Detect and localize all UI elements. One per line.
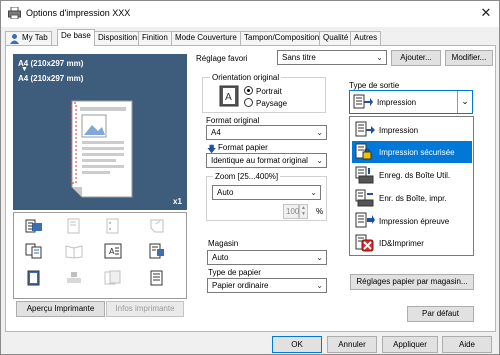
cover-mode-icon bbox=[27, 270, 40, 286]
save-to-box-icon bbox=[355, 166, 374, 184]
window-title: Options d'impression XXX bbox=[26, 8, 131, 18]
cancel-button[interactable]: Annuler bbox=[327, 336, 377, 353]
landscape-label: Paysage bbox=[256, 99, 288, 108]
landscape-radio[interactable] bbox=[244, 98, 253, 107]
print-icon bbox=[355, 121, 375, 137]
chevron-down-icon: ⌄ bbox=[457, 91, 472, 113]
zoom-select[interactable]: Auto ⌄ bbox=[212, 185, 321, 200]
favorite-label: Réglage favori bbox=[196, 54, 248, 63]
printer-info-button[interactable]: Infos imprimante bbox=[106, 301, 184, 317]
page-preview: A4 (210x297 mm) ▼ A4 (210x297 mm) x1 bbox=[13, 54, 187, 210]
tab-my-tab[interactable]: My Tab bbox=[5, 31, 52, 45]
paper-format-label: Format papier bbox=[218, 143, 268, 152]
tab-tampon-composition[interactable]: Tampon/Composition bbox=[240, 31, 324, 45]
title-bar: Options d'impression XXX ✕ bbox=[1, 1, 499, 27]
tab-mode-couverture[interactable]: Mode Couverture bbox=[171, 31, 241, 45]
chevron-down-icon: ⌄ bbox=[316, 128, 323, 137]
apply-button[interactable]: Appliquer bbox=[382, 336, 438, 353]
chevron-down-icon: ⌄ bbox=[316, 156, 323, 165]
secure-print-icon bbox=[355, 143, 372, 160]
chevron-down-icon: ⌄ bbox=[316, 281, 323, 290]
orientation-label: Orientation original bbox=[210, 73, 282, 82]
close-icon[interactable]: ✕ bbox=[477, 4, 495, 22]
output-option-id-imprimer[interactable]: ID&Imprimer bbox=[352, 232, 472, 254]
duplex-icon bbox=[25, 243, 42, 259]
zoom-unit: % bbox=[316, 207, 324, 216]
print-options-dialog: Options d'impression XXX ✕ My Tab De bas… bbox=[0, 0, 500, 355]
paper-type-label: Type de papier bbox=[208, 268, 261, 277]
stamp-icon bbox=[67, 272, 81, 283]
tab-bar: My Tab De base Disposition Finition Mode… bbox=[1, 29, 499, 46]
magasin-label: Magasin bbox=[208, 239, 239, 248]
printer-function-icons: A bbox=[13, 212, 187, 299]
preview-copies: x1 bbox=[173, 197, 182, 206]
output-type-select[interactable]: Impression ⌄ bbox=[349, 90, 473, 114]
original-format-label: Format original bbox=[206, 116, 260, 125]
chevron-down-icon: ⌄ bbox=[316, 253, 323, 262]
paper-type-select[interactable]: Papier ordinaire ⌄ bbox=[207, 278, 327, 293]
printer-view-button[interactable]: Aperçu Imprimante bbox=[16, 301, 105, 317]
combine-pages-icon: A bbox=[104, 243, 122, 259]
output-option-enr-boite-impr[interactable]: Enr. ds Boîte, impr. bbox=[352, 187, 472, 209]
zoom-label: Zoom [25...400%] bbox=[213, 172, 281, 181]
svg-text:A: A bbox=[225, 92, 232, 103]
ok-button[interactable]: OK bbox=[272, 336, 322, 353]
arrow-down-icon: ▼ bbox=[21, 66, 28, 73]
paper-settings-by-tray-button[interactable]: Réglages papier par magasin... bbox=[350, 274, 474, 290]
default-button[interactable]: Par défaut bbox=[407, 306, 474, 322]
svg-text:A: A bbox=[109, 247, 115, 256]
fold-icon bbox=[150, 219, 164, 233]
tab-autres[interactable]: Autres bbox=[350, 31, 382, 45]
original-format-select[interactable]: A4 ⌄ bbox=[206, 125, 327, 140]
id-print-icon bbox=[355, 234, 374, 252]
proof-print-icon bbox=[355, 212, 375, 228]
output-tray-icon bbox=[25, 219, 42, 233]
overlay-icon bbox=[104, 270, 121, 285]
zoom-percent-input[interactable]: 100 bbox=[283, 204, 299, 219]
output-option-impression[interactable]: Impression bbox=[352, 119, 472, 141]
printer-app-icon bbox=[8, 7, 21, 19]
zoom-spinner[interactable]: ▲ ▼ bbox=[299, 204, 308, 219]
output-option-enreg-boite[interactable]: Enreg. ds Boîte Util. bbox=[352, 164, 472, 186]
tab-qualite[interactable]: Qualité bbox=[319, 31, 353, 45]
quality-icon bbox=[150, 270, 163, 286]
tab-finition[interactable]: Finition bbox=[138, 31, 172, 45]
paper-format-select[interactable]: Identique au format original ⌄ bbox=[206, 153, 327, 168]
portrait-label: Portrait bbox=[256, 87, 282, 96]
add-favorite-button[interactable]: Ajouter... bbox=[391, 50, 441, 66]
modify-favorite-button[interactable]: Modifier... bbox=[445, 50, 493, 66]
output-type-label: Type de sortie bbox=[349, 81, 400, 90]
print-icon bbox=[353, 94, 373, 109]
tab-disposition[interactable]: Disposition bbox=[94, 31, 142, 45]
chevron-down-icon: ⌄ bbox=[376, 53, 383, 62]
booklet-icon bbox=[65, 245, 83, 259]
document-preview-icon bbox=[69, 100, 133, 198]
finishing-icon bbox=[149, 243, 164, 259]
user-icon bbox=[10, 34, 19, 44]
portrait-radio[interactable] bbox=[244, 86, 253, 95]
magasin-select[interactable]: Auto ⌄ bbox=[207, 250, 327, 265]
output-type-dropdown-list: Impression Impression sécurisée Enreg. d… bbox=[349, 116, 474, 256]
favorite-select[interactable]: Sans titre ⌄ bbox=[277, 50, 387, 65]
save-and-print-icon bbox=[355, 189, 374, 207]
chevron-down-icon: ⌄ bbox=[310, 188, 317, 197]
output-option-impression-securisee[interactable]: Impression sécurisée bbox=[352, 141, 472, 163]
output-option-impression-epreuve[interactable]: Impression épreuve bbox=[352, 210, 472, 232]
portrait-orientation-icon: A bbox=[219, 85, 239, 107]
staple-icon bbox=[67, 218, 80, 234]
tab-de-base[interactable]: De base bbox=[57, 29, 95, 46]
punch-icon bbox=[106, 218, 119, 234]
preview-output-size: A4 (210x297 mm) bbox=[18, 74, 84, 83]
help-button[interactable]: Aide bbox=[442, 336, 492, 353]
